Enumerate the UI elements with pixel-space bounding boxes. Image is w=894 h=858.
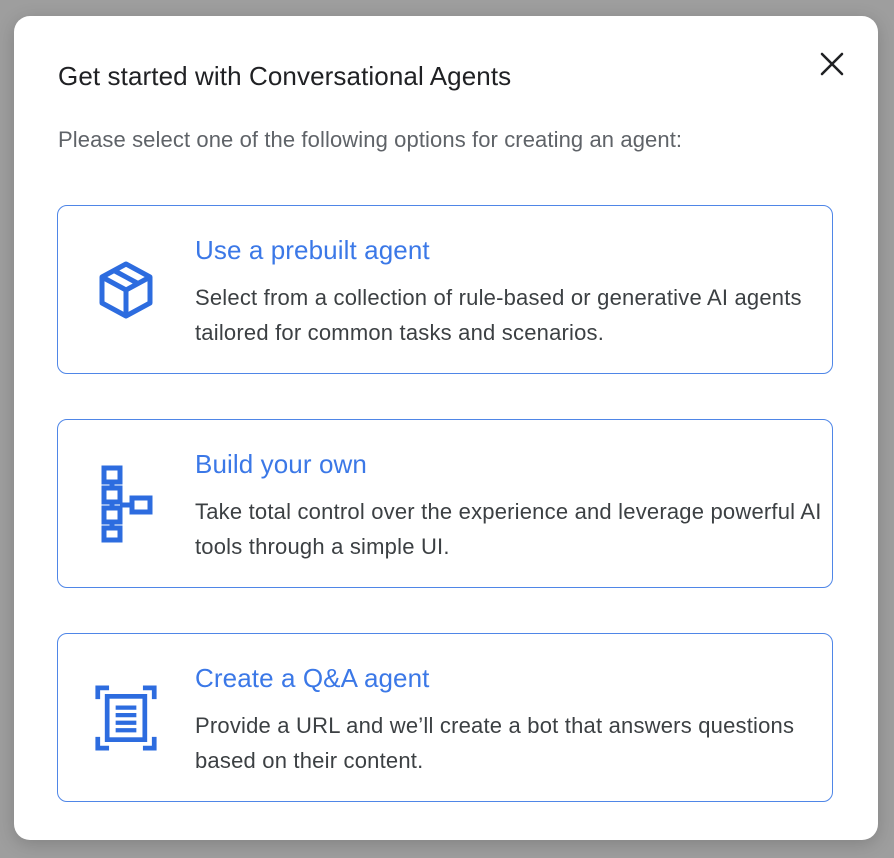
- option-title: Build your own: [195, 449, 367, 479]
- close-icon: [820, 52, 844, 76]
- document-scan-icon: [94, 685, 158, 750]
- option-description: Provide a URL and we’ll create a bot tha…: [195, 713, 795, 773]
- dialog-title: Get started with Conversational Agents: [58, 61, 512, 91]
- option-description: Take total control over the experience a…: [195, 499, 822, 559]
- option-title: Create a Q&A agent: [195, 663, 430, 693]
- option-qa-agent[interactable]: Create a Q&A agent Provide a URL and we’…: [57, 633, 833, 802]
- option-description: Select from a collection of rule-based o…: [195, 285, 802, 345]
- option-title: Use a prebuilt agent: [195, 235, 430, 265]
- option-build-your-own[interactable]: Build your own Take total control over t…: [57, 419, 833, 588]
- close-button[interactable]: [814, 46, 850, 82]
- dialog-subtitle: Please select one of the following optio…: [58, 127, 683, 152]
- create-agent-dialog: Get started with Conversational Agents P…: [14, 16, 878, 840]
- cube-icon: [94, 258, 158, 322]
- option-prebuilt-agent[interactable]: Use a prebuilt agent Select from a colle…: [57, 205, 833, 374]
- flow-diagram-icon: [94, 465, 158, 542]
